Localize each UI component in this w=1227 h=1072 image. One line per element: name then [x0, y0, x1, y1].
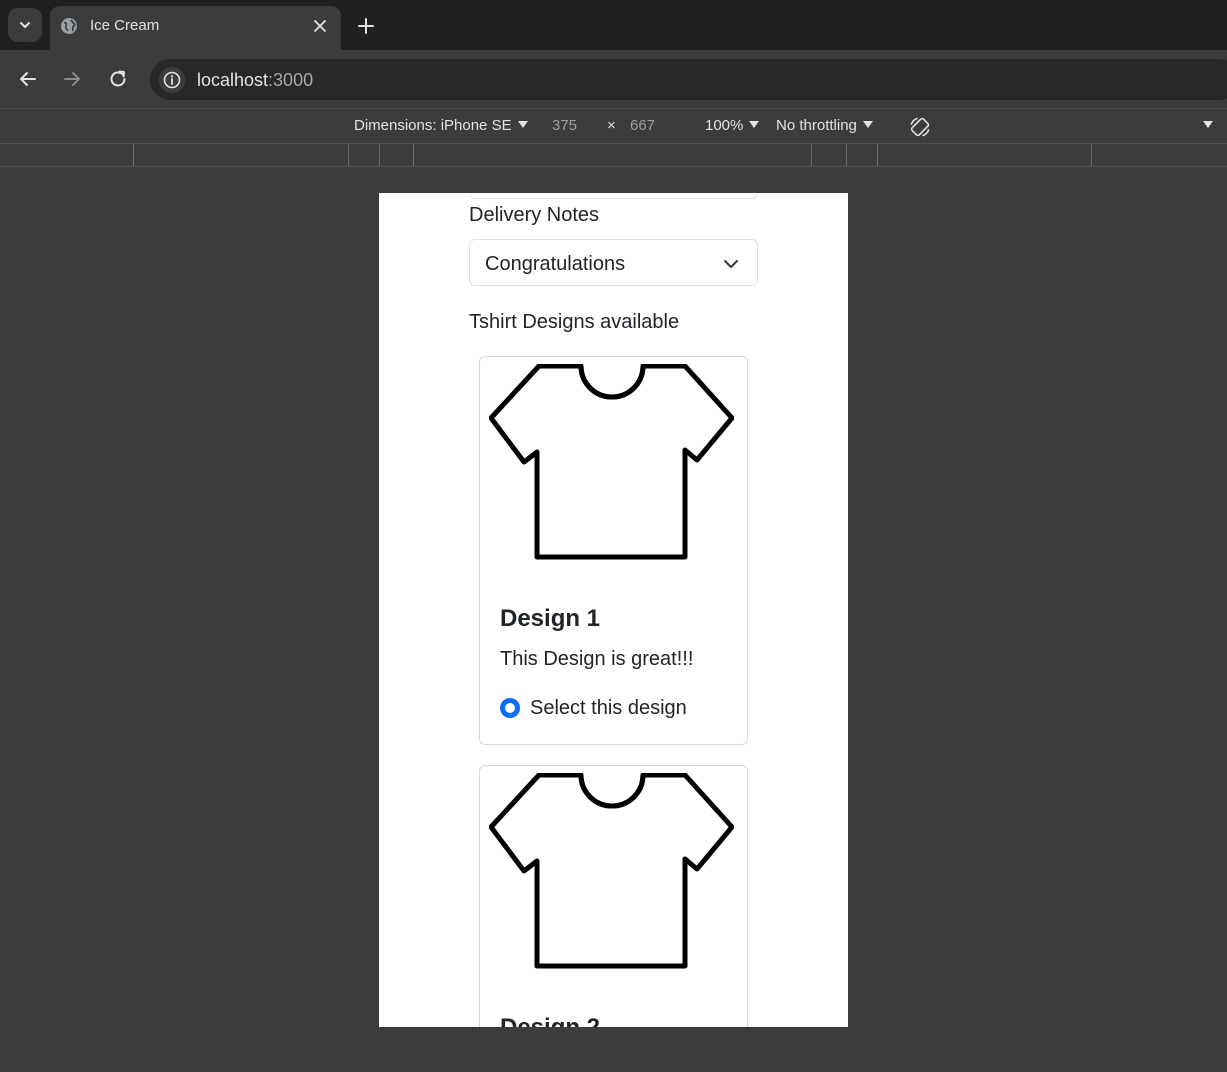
ruler-tick: [846, 144, 847, 166]
globe-icon: [61, 18, 77, 34]
ruler-tick: [811, 144, 812, 166]
caret-down-icon: [1203, 121, 1213, 128]
design-title: Design 1: [500, 605, 601, 632]
tab-search-button[interactable]: [8, 8, 42, 42]
designs-heading: Tshirt Designs available: [469, 311, 680, 333]
ruler-tick: [1091, 144, 1092, 166]
browser-toolbar: localhost:3000: [0, 50, 1227, 108]
previous-field[interactable]: [469, 193, 758, 199]
close-icon[interactable]: [312, 18, 328, 34]
throttling-label: No throttling: [776, 117, 857, 134]
reload-icon[interactable]: [106, 67, 130, 91]
tab-title: Ice Cream: [90, 17, 160, 34]
chevron-down-icon: [20, 22, 30, 28]
caret-down-icon: [749, 121, 760, 128]
ruler-tick: [379, 144, 380, 166]
caret-down-icon: [862, 121, 873, 128]
more-options-dropdown[interactable]: [1197, 117, 1213, 135]
design-card: Design 1 This Design is great!!! Select …: [479, 356, 748, 745]
ruler-tick: [133, 144, 134, 166]
ruler-tick: [348, 144, 349, 166]
device-toolbar: Dimensions: iPhone SE 375 × 667 100% No …: [0, 108, 1227, 143]
select-design-radio[interactable]: [500, 698, 520, 718]
zoom-dropdown[interactable]: 100%: [705, 117, 760, 135]
address-port: :3000: [268, 70, 314, 90]
forward-arrow-icon[interactable]: [60, 67, 84, 91]
design-title: Design 2: [500, 1014, 600, 1027]
ruler-tick: [877, 144, 878, 166]
caret-down-icon: [517, 121, 528, 128]
design-card: Design 2: [479, 765, 748, 1027]
design-description: This Design is great!!!: [500, 648, 694, 670]
back-arrow-icon[interactable]: [16, 67, 40, 91]
tshirt-icon: [489, 364, 734, 560]
site-info-button[interactable]: [159, 67, 185, 93]
chevron-down-icon: [724, 260, 738, 268]
delivery-notes-value: Congratulations: [485, 253, 626, 275]
height-input[interactable]: 667: [630, 117, 655, 135]
throttling-dropdown[interactable]: No throttling: [776, 117, 873, 135]
dimensions-label: Dimensions: iPhone SE: [354, 117, 512, 134]
tab-strip: Ice Cream: [0, 0, 1227, 50]
width-input[interactable]: 375: [552, 117, 577, 135]
address-bar[interactable]: localhost:3000: [150, 59, 1227, 100]
tshirt-icon: [489, 773, 734, 969]
media-query-ruler[interactable]: [0, 143, 1227, 167]
address-url: localhost:3000: [197, 69, 313, 91]
plus-icon[interactable]: [356, 16, 376, 36]
delivery-notes-select[interactable]: Congratulations: [469, 239, 758, 286]
zoom-label: 100%: [705, 117, 744, 134]
delivery-notes-label: Delivery Notes: [469, 204, 600, 226]
device-viewport: Delivery Notes Congratulations Tshirt De…: [379, 193, 848, 1027]
address-host: localhost: [197, 70, 269, 90]
browser-tab[interactable]: Ice Cream: [50, 6, 341, 50]
ruler-tick: [413, 144, 414, 166]
dimension-separator: ×: [607, 117, 616, 134]
dimensions-dropdown[interactable]: Dimensions: iPhone SE: [354, 117, 528, 135]
info-icon: [163, 71, 181, 89]
rotate-icon[interactable]: [908, 115, 932, 139]
select-design-label[interactable]: Select this design: [530, 696, 687, 720]
